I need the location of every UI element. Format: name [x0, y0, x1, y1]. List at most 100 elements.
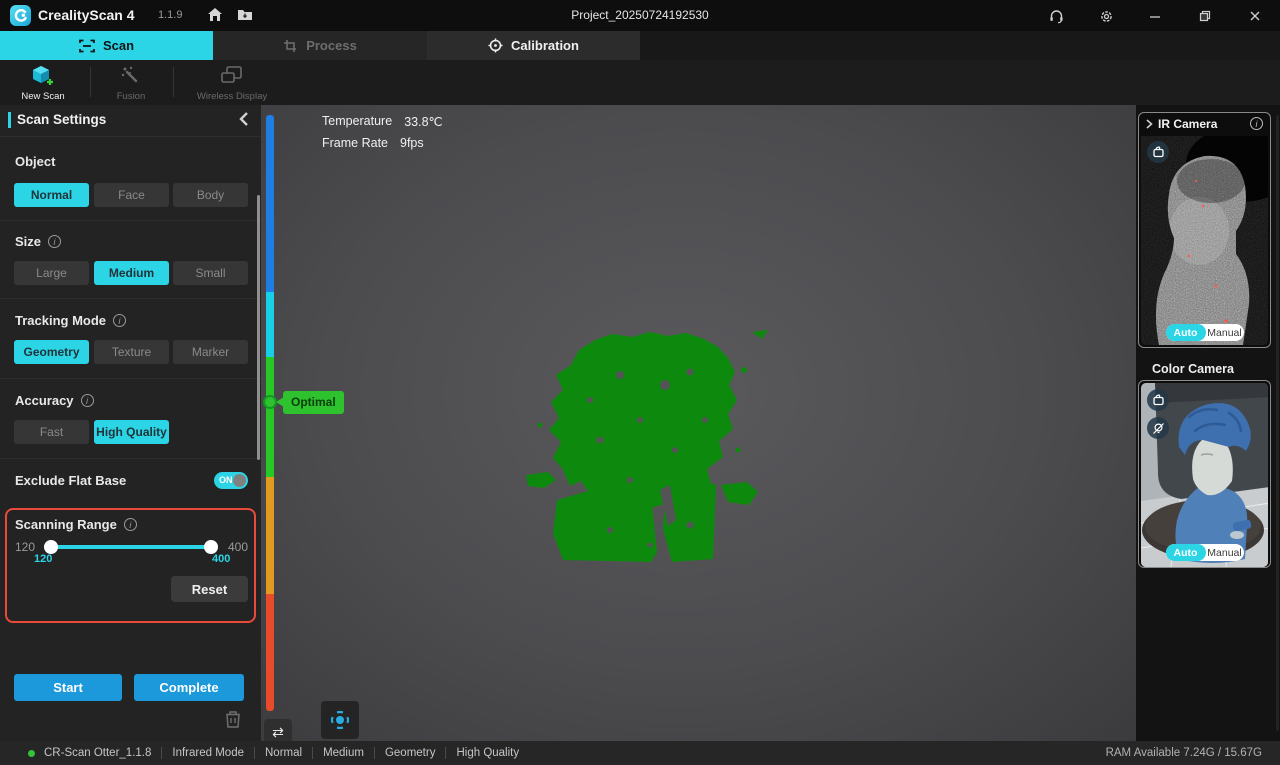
ir-camera-header[interactable]: IR Camera	[1145, 117, 1217, 131]
restore-window-button[interactable]	[1193, 4, 1217, 28]
size-option-medium[interactable]: Medium	[94, 261, 169, 285]
color-camera-panel: Auto Manual	[1138, 380, 1271, 568]
bar-segment-red	[266, 594, 274, 711]
info-icon[interactable]: i	[124, 518, 137, 531]
optimal-badge: Optimal	[283, 391, 344, 414]
ir-exposure-mode-toggle[interactable]: Auto Manual	[1166, 324, 1244, 341]
accuracy-section-title: Accuracy i	[15, 393, 94, 408]
close-button[interactable]	[1243, 4, 1267, 28]
color-camera-title: Color Camera	[1152, 362, 1234, 376]
temperature-readout: Temperature 33.8℃	[322, 114, 443, 129]
frame-rate-readout: Frame Rate 9fps	[322, 136, 424, 150]
accuracy-option-fast[interactable]: Fast	[14, 420, 89, 444]
camera-flip-icon[interactable]	[1147, 389, 1169, 411]
right-panel-scrollbar[interactable]	[1276, 115, 1279, 731]
toolbar-divider	[173, 67, 174, 97]
distance-indicator-dot	[263, 395, 277, 409]
exclude-flat-base-toggle[interactable]: ON	[214, 472, 248, 489]
option-label: Fast	[40, 425, 63, 439]
ir-camera-image	[1141, 136, 1268, 345]
divider	[0, 298, 261, 299]
bar-segment-green	[266, 357, 274, 477]
option-label: Medium	[109, 266, 154, 280]
option-label: Normal	[31, 188, 72, 202]
tab-process[interactable]: Process	[213, 31, 427, 60]
object-option-face[interactable]: Face	[94, 183, 169, 207]
scanning-range-title: Scanning Range i	[15, 517, 137, 532]
exclude-flat-base-title: Exclude Flat Base	[15, 473, 126, 488]
tab-scan[interactable]: Scan	[0, 31, 213, 60]
range-max-value: 400	[212, 553, 230, 565]
scan-settings-panel: Scan Settings Object Normal Face Body Si…	[0, 105, 261, 741]
divider	[0, 136, 261, 137]
tracking-option-texture[interactable]: Texture	[94, 340, 169, 364]
sidebar-scrollbar[interactable]	[257, 195, 260, 460]
auto-option[interactable]: Auto	[1166, 324, 1206, 341]
support-headset-icon[interactable]	[1044, 4, 1068, 28]
start-button[interactable]: Start	[14, 674, 122, 701]
scanning-range-title-text: Scanning Range	[15, 517, 117, 532]
status-size: Medium	[312, 747, 374, 759]
info-icon[interactable]: i	[81, 394, 94, 407]
app-window: CrealityScan 4 1.1.9 Project_20250724192…	[0, 0, 1280, 765]
manual-option[interactable]: Manual	[1206, 544, 1244, 561]
size-option-small[interactable]: Small	[173, 261, 248, 285]
wireless-display-button[interactable]: Wireless Display	[192, 64, 272, 102]
tracking-option-marker[interactable]: Marker	[173, 340, 248, 364]
camera-flip-icon[interactable]	[1147, 141, 1169, 163]
size-option-large[interactable]: Large	[14, 261, 89, 285]
info-icon[interactable]: i	[113, 314, 126, 327]
object-option-normal[interactable]: Normal	[14, 183, 89, 207]
tab-process-label: Process	[306, 38, 357, 53]
wireless-display-label: Wireless Display	[197, 91, 267, 102]
fill-light-off-icon[interactable]	[1147, 417, 1169, 439]
info-icon[interactable]: i	[48, 235, 61, 248]
status-object: Normal	[254, 747, 312, 759]
object-option-body[interactable]: Body	[173, 183, 248, 207]
frame-rate-value: 9fps	[400, 136, 424, 150]
manual-option[interactable]: Manual	[1206, 324, 1244, 341]
complete-button[interactable]: Complete	[134, 674, 244, 701]
delete-scan-icon[interactable]	[224, 709, 242, 734]
option-label: Geometry	[23, 345, 79, 359]
ir-camera-panel: IR Camera i	[1138, 112, 1271, 348]
new-scan-cube-icon	[30, 64, 56, 88]
fusion-button[interactable]: Fusion	[91, 64, 171, 102]
scanning-range-slider[interactable]	[48, 545, 214, 549]
tab-calibration[interactable]: Calibration	[427, 31, 640, 60]
slider-min-handle[interactable]	[44, 540, 58, 554]
tab-scan-label: Scan	[103, 38, 134, 53]
range-min-value: 120	[34, 553, 52, 565]
info-icon[interactable]: i	[1250, 117, 1263, 130]
tracking-title-text: Tracking Mode	[15, 313, 106, 328]
size-section-title: Size i	[15, 234, 61, 249]
recenter-view-button[interactable]	[321, 701, 359, 739]
collapse-panel-icon[interactable]	[237, 111, 253, 129]
settings-gear-icon[interactable]	[1094, 4, 1118, 28]
chevron-right-icon	[1145, 119, 1153, 129]
calibration-target-icon	[488, 38, 503, 53]
temperature-value: 33.8℃	[404, 114, 442, 129]
wireless-display-icon	[219, 64, 245, 88]
color-exposure-mode-toggle[interactable]: Auto Manual	[1166, 544, 1244, 561]
scan-3d-viewport[interactable]: Temperature 33.8℃ Frame Rate 9fps Optima…	[261, 105, 1136, 741]
reset-button[interactable]: Reset	[171, 576, 248, 602]
size-title-text: Size	[15, 234, 41, 249]
option-label: Face	[118, 188, 145, 202]
new-scan-label: New Scan	[21, 91, 64, 102]
scan-frame-icon	[79, 39, 95, 53]
minimize-button[interactable]	[1143, 4, 1167, 28]
title-bar: CrealityScan 4 1.1.9 Project_20250724192…	[0, 0, 1280, 31]
option-label: Large	[36, 266, 67, 280]
status-accuracy: High Quality	[445, 747, 529, 759]
bar-segment-amber	[266, 477, 274, 594]
temperature-label: Temperature	[322, 114, 392, 129]
new-scan-button[interactable]: New Scan	[3, 64, 83, 102]
accuracy-option-high-quality[interactable]: High Quality	[94, 420, 169, 444]
auto-option[interactable]: Auto	[1166, 544, 1206, 561]
slider-max-handle[interactable]	[204, 540, 218, 554]
divider	[0, 458, 261, 459]
header-accent-bar	[8, 112, 11, 128]
tracking-option-geometry[interactable]: Geometry	[14, 340, 89, 364]
status-tracking: Geometry	[374, 747, 446, 759]
